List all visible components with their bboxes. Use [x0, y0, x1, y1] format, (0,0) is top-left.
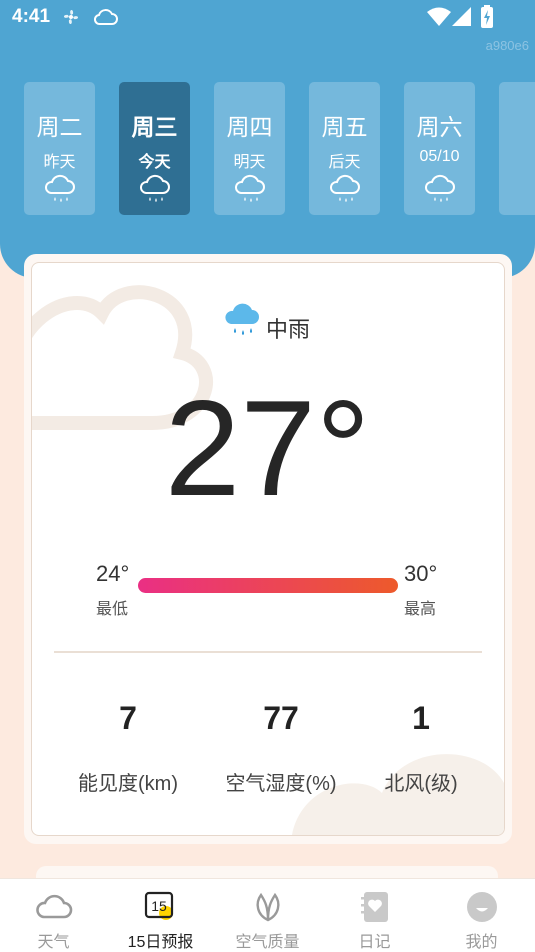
- day-name: 周六: [416, 114, 463, 140]
- nav-15day-label: 15日预报: [127, 934, 194, 951]
- profile-icon: [463, 889, 501, 929]
- day-card-2[interactable]: 周四 明天: [214, 82, 285, 215]
- day-name: 周四: [226, 114, 273, 140]
- calendar-badge: 15: [151, 898, 167, 914]
- day-sub: 05/10: [419, 148, 460, 165]
- day-sub: 后天: [328, 154, 361, 171]
- rain-cloud-icon: [233, 172, 267, 210]
- high-temperature: 30°: [404, 561, 438, 586]
- rain-cloud-icon: [138, 172, 172, 210]
- day-card-0[interactable]: 周二 昨天: [24, 82, 95, 215]
- divider: [54, 651, 482, 653]
- calendar-15-icon: 15: [142, 889, 180, 929]
- current-temperature: 27°: [164, 372, 371, 524]
- bottom-nav: 天气 15 15日预报 空气质量 日记 我的: [0, 878, 535, 952]
- status-bar: 4:41: [0, 0, 535, 36]
- signal-icon: [452, 7, 472, 31]
- nav-15day[interactable]: 15 15日预报: [107, 879, 214, 952]
- low-temperature: 24°: [96, 561, 130, 586]
- wind-value: 1: [412, 700, 430, 736]
- day-card-1[interactable]: 周三 今天: [119, 82, 190, 215]
- day-name: 周五: [321, 114, 368, 140]
- humidity-value: 77: [263, 700, 299, 736]
- visibility-value: 7: [119, 700, 137, 736]
- weather-card-inner: [31, 262, 505, 836]
- fan-icon: [60, 6, 82, 32]
- nav-profile-label: 我的: [465, 934, 498, 951]
- temperature-range-bar: [138, 578, 398, 593]
- nav-weather-label: 天气: [37, 934, 70, 951]
- battery-icon: [480, 5, 494, 33]
- nav-diary-label: 日记: [358, 934, 391, 951]
- nav-weather[interactable]: 天气: [0, 879, 107, 952]
- day-name: 周三: [131, 114, 178, 140]
- humidity-label: 空气湿度(%): [225, 773, 337, 795]
- cloud-icon: [35, 889, 73, 927]
- nav-diary[interactable]: 日记: [321, 879, 428, 952]
- weather-condition: 中雨: [266, 317, 311, 342]
- day-card-3[interactable]: 周五 后天: [309, 82, 380, 215]
- nav-air-quality[interactable]: 空气质量: [214, 879, 321, 952]
- rain-cloud-icon: [423, 172, 457, 210]
- status-time: 4:41: [12, 6, 51, 27]
- high-temperature-label: 最高: [404, 601, 437, 618]
- rain-cloud-icon: [328, 172, 362, 210]
- watermark: a980e6: [485, 38, 529, 53]
- visibility-label: 能见度(km): [78, 773, 178, 795]
- day-sub: 今天: [138, 154, 171, 171]
- nav-air-quality-label: 空气质量: [235, 934, 300, 951]
- day-card-next[interactable]: [499, 82, 535, 215]
- day-selector: 周二 昨天 周三 今天 周四 明天 周五 后天 周六 05/10: [24, 82, 535, 216]
- cloud-decoration: [32, 285, 504, 835]
- nav-profile[interactable]: 我的: [428, 879, 535, 952]
- rain-cloud-icon: [43, 172, 77, 210]
- day-sub: 明天: [233, 154, 266, 171]
- cloud-status-icon: [93, 6, 119, 32]
- day-name: 周二: [36, 114, 83, 140]
- wind-label: 北风(级): [384, 773, 458, 795]
- leaf-icon: [249, 889, 287, 929]
- day-sub: 昨天: [43, 154, 76, 171]
- wifi-icon: [427, 7, 451, 31]
- low-temperature-label: 最低: [96, 601, 129, 618]
- day-card-4[interactable]: 周六 05/10: [404, 82, 475, 215]
- rain-cloud-icon: [222, 300, 262, 344]
- diary-icon: [356, 889, 394, 929]
